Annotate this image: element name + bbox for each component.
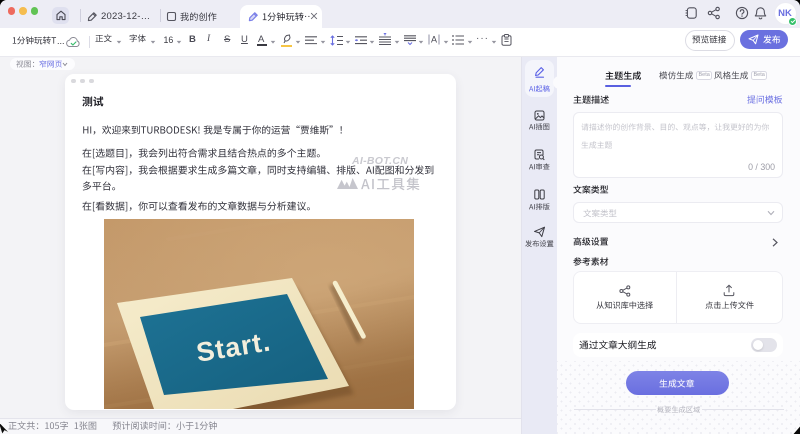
svg-text:A: A [431, 35, 437, 45]
